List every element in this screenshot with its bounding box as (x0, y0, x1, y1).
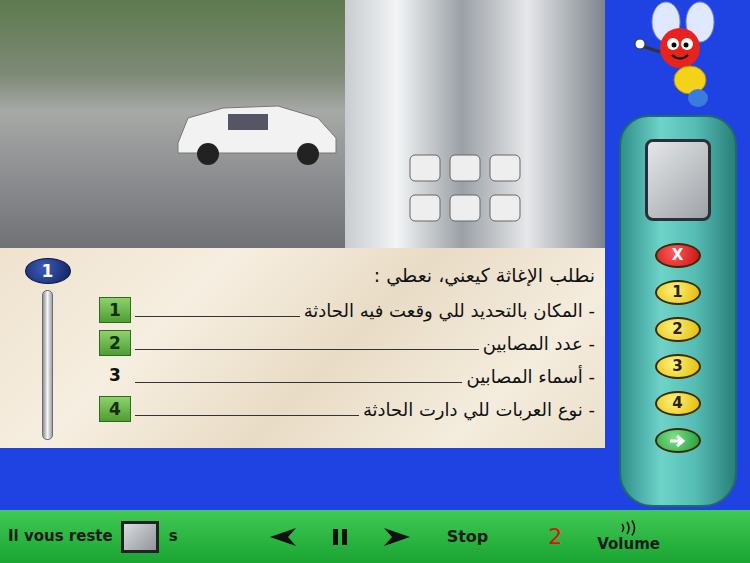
timer-unit: s (169, 525, 178, 548)
remote-key[interactable]: 1 (655, 280, 701, 305)
remote-key[interactable]: 4 (655, 391, 701, 416)
page-number: 2 (548, 520, 562, 553)
answer-option[interactable]: - نوع العربات للي دارت الحادثة 4 (99, 391, 595, 424)
option-line (135, 316, 300, 317)
answer-option[interactable]: - عدد المصابين 2 (99, 325, 595, 358)
key-label: 1 (672, 282, 682, 303)
remote-key[interactable]: X (655, 243, 701, 268)
remote-screen (645, 139, 711, 221)
option-text: - نوع العربات للي دارت الحادثة (363, 396, 595, 424)
previous-icon[interactable] (268, 526, 298, 548)
key-label: 4 (672, 393, 682, 414)
quiz-app: 1نطلب الإغاثة كيعني، نعطي :- المكان بالت… (0, 0, 750, 563)
photo-strip (0, 0, 605, 248)
question-side: 1 (0, 248, 95, 448)
key-label: 2 (672, 319, 682, 340)
option-line (135, 349, 479, 350)
option-text: - المكان بالتحديد للي وقعت فيه الحادثة (304, 297, 595, 325)
key-label: X (672, 245, 684, 266)
control-bar: Il vous reste s Stop 2 Volume (0, 510, 750, 563)
bee-mascot-icon (628, 0, 728, 115)
right-column: X 1 2 3 4 (605, 0, 750, 510)
remote-key[interactable]: 2 (655, 317, 701, 342)
option-line (135, 415, 359, 416)
question-body: نطلب الإغاثة كيعني، نعطي :- المكان بالتح… (95, 248, 605, 448)
accident-photo (0, 0, 345, 248)
volume-control[interactable]: Volume (597, 520, 660, 553)
option-number[interactable]: 2 (99, 330, 131, 356)
answer-option[interactable]: - المكان بالتحديد للي وقعت فيه الحادثة 1 (99, 292, 595, 325)
sound-waves-icon (616, 520, 642, 536)
remote-keys: X 1 2 3 4 (655, 243, 701, 453)
left-column: 1نطلب الإغاثة كيعني، نعطي :- المكان بالت… (0, 0, 605, 510)
stop-button[interactable]: Stop (447, 525, 489, 549)
timer-label: Il vous reste (8, 525, 113, 548)
car-icon (168, 88, 343, 168)
phone-photo (345, 0, 605, 248)
arrow-right-icon (668, 434, 688, 448)
key-label: 3 (672, 356, 682, 377)
answer-remote: X 1 2 3 4 (619, 115, 737, 507)
main-area: 1نطلب الإغاثة كيعني، نعطي :- المكان بالت… (0, 0, 750, 510)
timer-display (121, 521, 159, 553)
option-text: - عدد المصابين (483, 330, 595, 358)
question-panel: 1نطلب الإغاثة كيعني، نعطي :- المكان بالت… (0, 248, 605, 448)
option-number[interactable]: 1 (99, 297, 131, 323)
option-number[interactable]: 4 (99, 396, 131, 422)
option-line (135, 382, 462, 383)
question-number: 1 (25, 258, 71, 284)
remote-key[interactable] (655, 428, 701, 453)
next-icon[interactable] (382, 526, 412, 548)
volume-label: Volume (597, 536, 660, 553)
option-number[interactable]: 3 (99, 363, 131, 389)
pause-icon[interactable] (325, 526, 355, 548)
phone-keypad-icon (405, 150, 555, 245)
question-prompt: نطلب الإغاثة كيعني، نعطي : (99, 260, 595, 290)
option-text: - أسماء المصابين (466, 363, 595, 391)
remote-key[interactable]: 3 (655, 354, 701, 379)
question-scrollbar[interactable] (42, 290, 53, 440)
answer-option[interactable]: - أسماء المصابين 3 (99, 358, 595, 391)
